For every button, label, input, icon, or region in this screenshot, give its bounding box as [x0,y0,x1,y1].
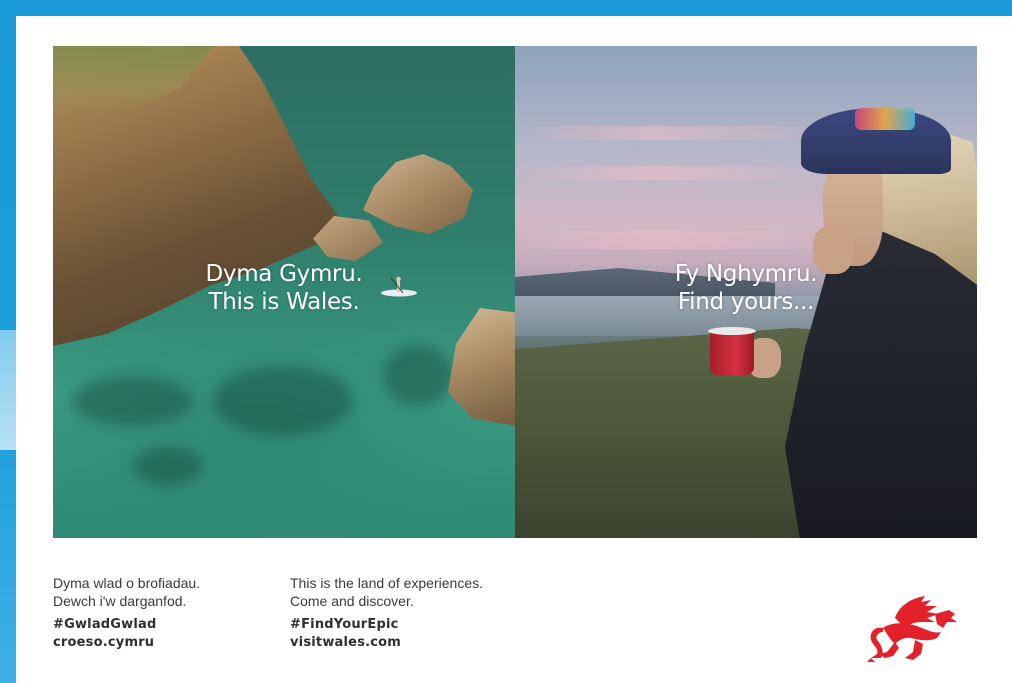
headline-line: This is Wales. [208,289,360,315]
headline-line: Find yours... [677,289,815,315]
caption-line: Come and discover. [290,593,414,609]
water-shadow [133,446,203,486]
rock [363,154,473,234]
caption-line: Dyma wlad o brofiadau. [53,575,201,591]
page: Dyma Gymru. This is Wales. Fy Nghymru. F… [0,0,1012,683]
hashtag: #GwladGwlad [53,617,157,632]
website-link[interactable]: visitwales.com [290,634,401,652]
hiker-photo: Fy Nghymru. Find yours... [515,46,977,538]
headline-line: Dyma Gymru. [205,261,363,287]
english-caption: This is the land of experiences. Come an… [290,574,483,610]
welsh-caption: Dyma wlad o brofiadau. Dewch i'w darganf… [53,574,200,610]
welsh-tags: #GwladGwlad croeso.cymru [53,616,157,652]
hashtag: #FindYourEpic [290,617,399,632]
caption-line: Dewch i'w darganfod. [53,593,187,609]
coastline-photo: Dyma Gymru. This is Wales. [53,46,515,538]
water-shadow [73,376,193,426]
caption-line: This is the land of experiences. [290,575,483,591]
english-tags: #FindYourEpic visitwales.com [290,616,401,652]
water-shadow [383,346,453,406]
welsh-dragon-icon [867,596,957,662]
rock [448,308,515,428]
poster: Dyma Gymru. This is Wales. Fy Nghymru. F… [16,16,1012,683]
left-photo-headline: Dyma Gymru. This is Wales. [53,260,515,316]
website-link[interactable]: croeso.cymru [53,634,157,652]
mug-rim [708,327,756,335]
water-shadow [213,366,353,436]
headline-line: Fy Nghymru. [674,261,818,287]
red-mug-icon [710,331,754,375]
cap-patch [855,108,915,130]
photo-panel: Dyma Gymru. This is Wales. Fy Nghymru. F… [53,46,977,538]
right-photo-headline: Fy Nghymru. Find yours... [515,260,977,316]
